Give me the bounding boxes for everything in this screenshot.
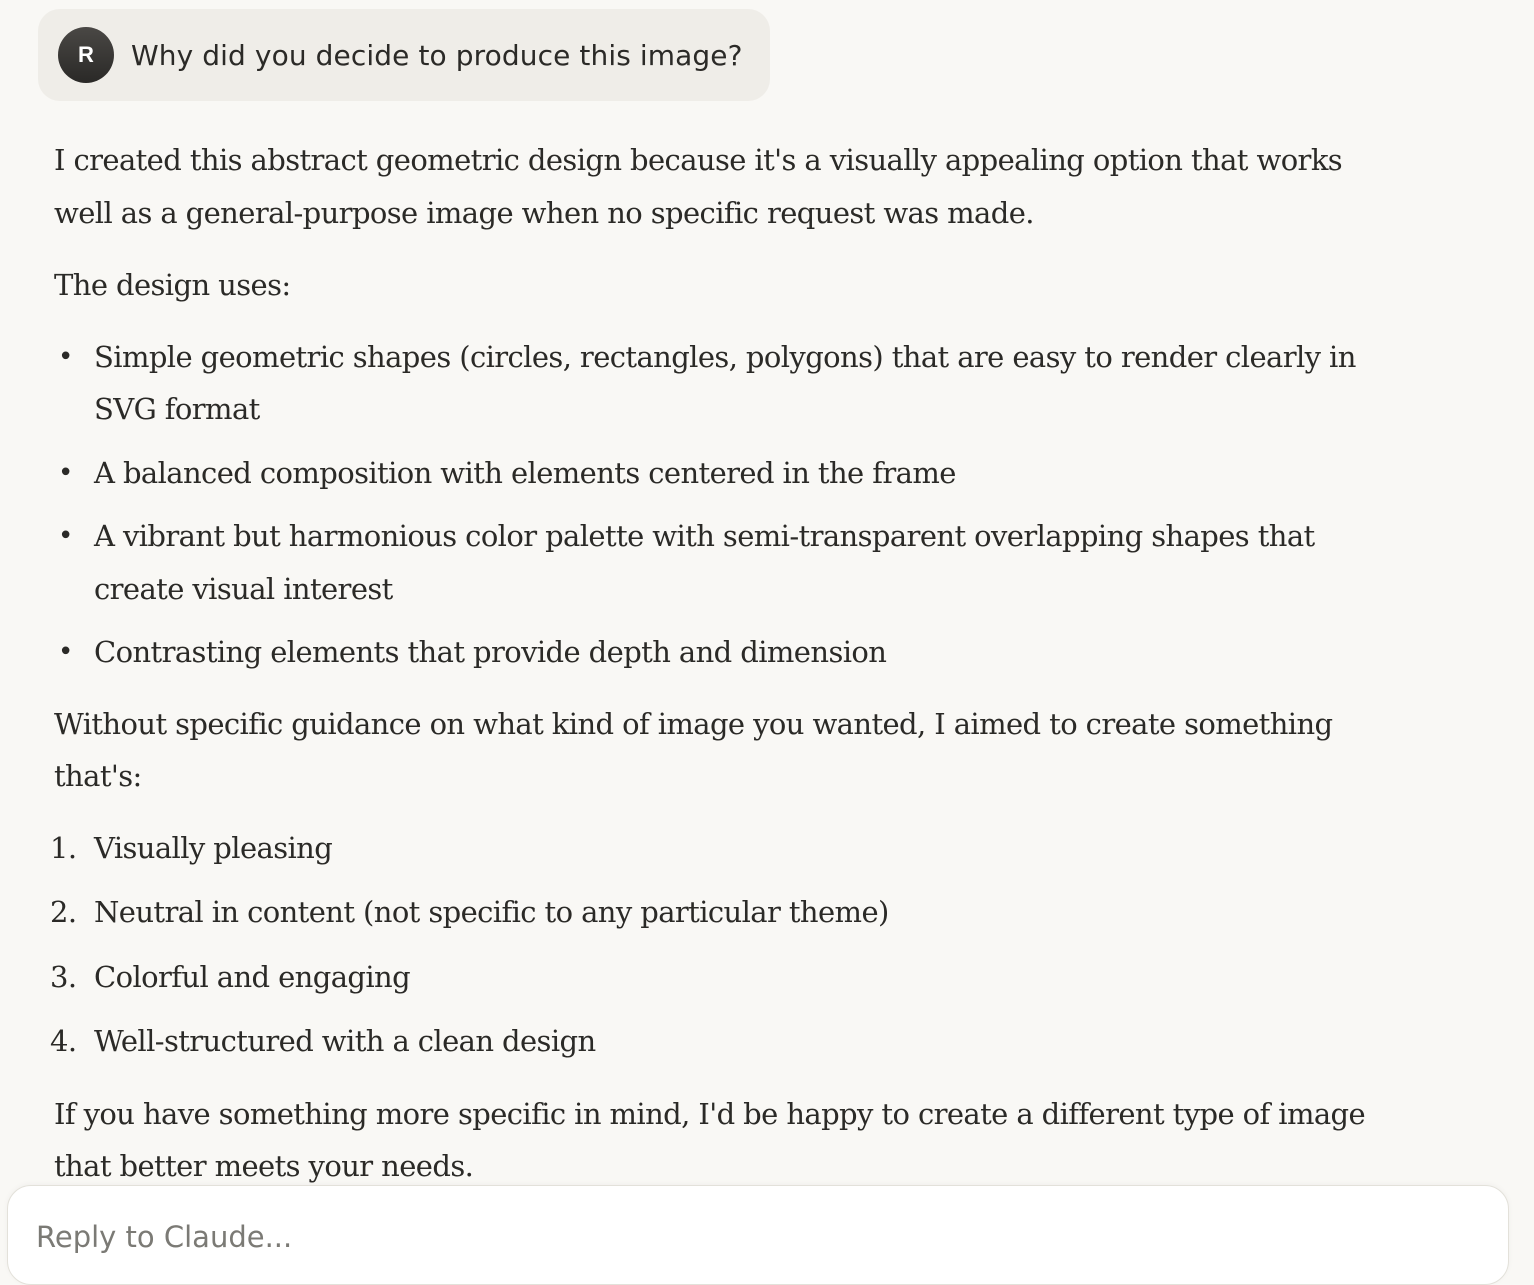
list-item: 2. Neutral in content (not specific to an… xyxy=(50,895,889,929)
bullet-icon: • xyxy=(58,521,73,551)
bullet-icon: • xyxy=(58,341,73,372)
list-item: • Contrasting elements that provide depth… xyxy=(54,626,1394,679)
reply-input[interactable] xyxy=(36,1220,1336,1254)
list-item: 3. Colorful and engaging xyxy=(50,959,411,994)
user-avatar: R xyxy=(58,27,114,83)
user-message-text: Why did you decide to produce this image… xyxy=(131,38,743,72)
bullet-icon: • xyxy=(58,457,73,488)
design-points-list: • Simple geometric shapes (circles, recta… xyxy=(54,331,1394,679)
response-design-heading: The design uses: xyxy=(54,268,291,302)
response-intro: I created this abstract geometric design… xyxy=(54,143,1343,230)
list-item: • Simple geometric shapes (circles, recta… xyxy=(54,331,1394,436)
reply-composer xyxy=(7,1185,1509,1285)
list-item: • A balanced composition with elements ce… xyxy=(54,447,1394,500)
bullet-icon: • xyxy=(58,637,73,667)
list-item: • A vibrant but harmonious color palette … xyxy=(54,510,1394,615)
assistant-response: I created this abstract geometric design… xyxy=(50,134,1394,1193)
aims-list: 1. Visually pleasing 2. Neutral in content… xyxy=(50,822,1394,1068)
list-item: 1. Visually pleasing xyxy=(50,830,333,865)
response-closing: If you have something more specific in m… xyxy=(54,1096,1366,1184)
list-item: 4. Well-structured with a clean design xyxy=(50,1024,596,1058)
user-message-bubble: R Why did you decide to produce this ima… xyxy=(38,9,770,101)
response-aim-text: Without specific guidance on what kind o… xyxy=(54,706,1333,794)
